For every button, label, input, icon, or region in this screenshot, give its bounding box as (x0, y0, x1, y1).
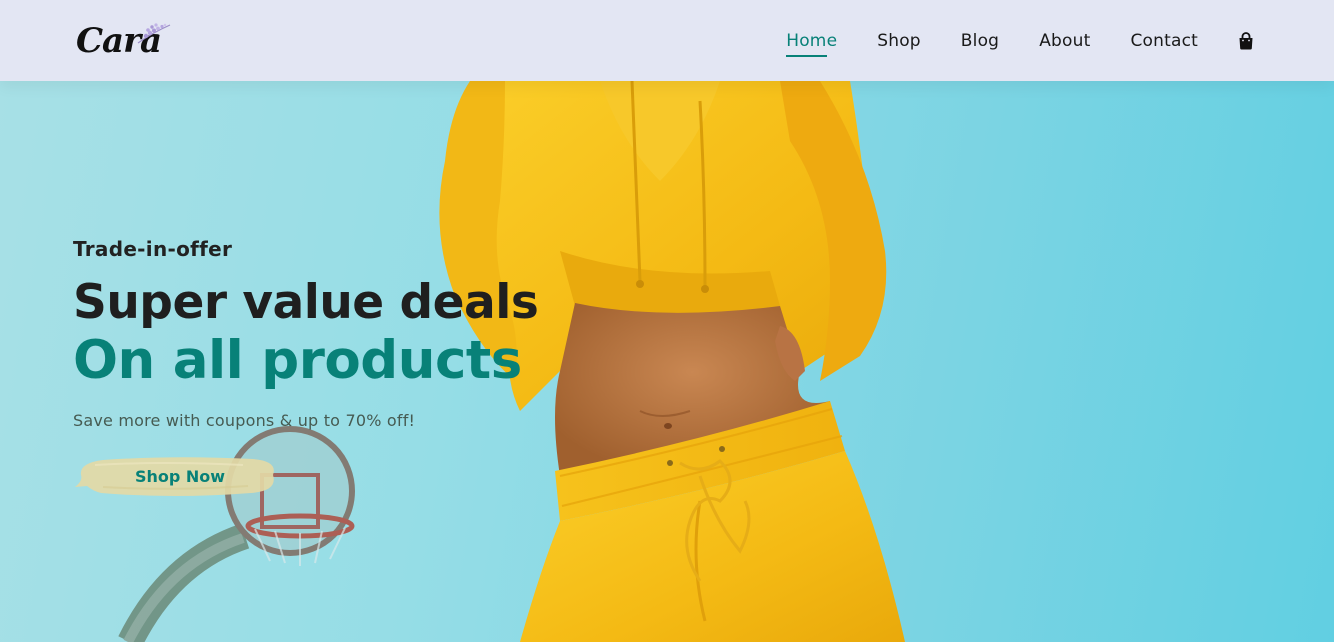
hero-section: Trade-in-offer Super value deals On all … (0, 81, 1334, 642)
hero-highlight: On all products (73, 330, 522, 391)
lavender-sprig-icon (137, 22, 171, 43)
shopping-bag-icon[interactable] (1238, 31, 1254, 50)
nav-home[interactable]: Home (786, 31, 837, 57)
hero-subtitle: Trade-in-offer (73, 237, 233, 261)
nav-shop[interactable]: Shop (877, 31, 921, 51)
nav-contact[interactable]: Contact (1130, 31, 1198, 51)
site-header: Cara Home Shop Blog About Contact (0, 0, 1334, 81)
hero-heading: Super value deals (73, 275, 539, 330)
cara-logo[interactable]: Cara (76, 21, 176, 61)
nav-blog[interactable]: Blog (961, 31, 999, 51)
main-nav: Home Shop Blog About Contact (786, 31, 1254, 57)
shop-now-label: Shop Now (134, 466, 226, 486)
hero-description: Save more with coupons & up to 70% off! (73, 411, 416, 430)
nav-about[interactable]: About (1039, 31, 1090, 51)
hero-text-block: Trade-in-offer Super value deals On all … (73, 237, 539, 430)
shop-now-button[interactable]: Shop Now (73, 453, 283, 499)
